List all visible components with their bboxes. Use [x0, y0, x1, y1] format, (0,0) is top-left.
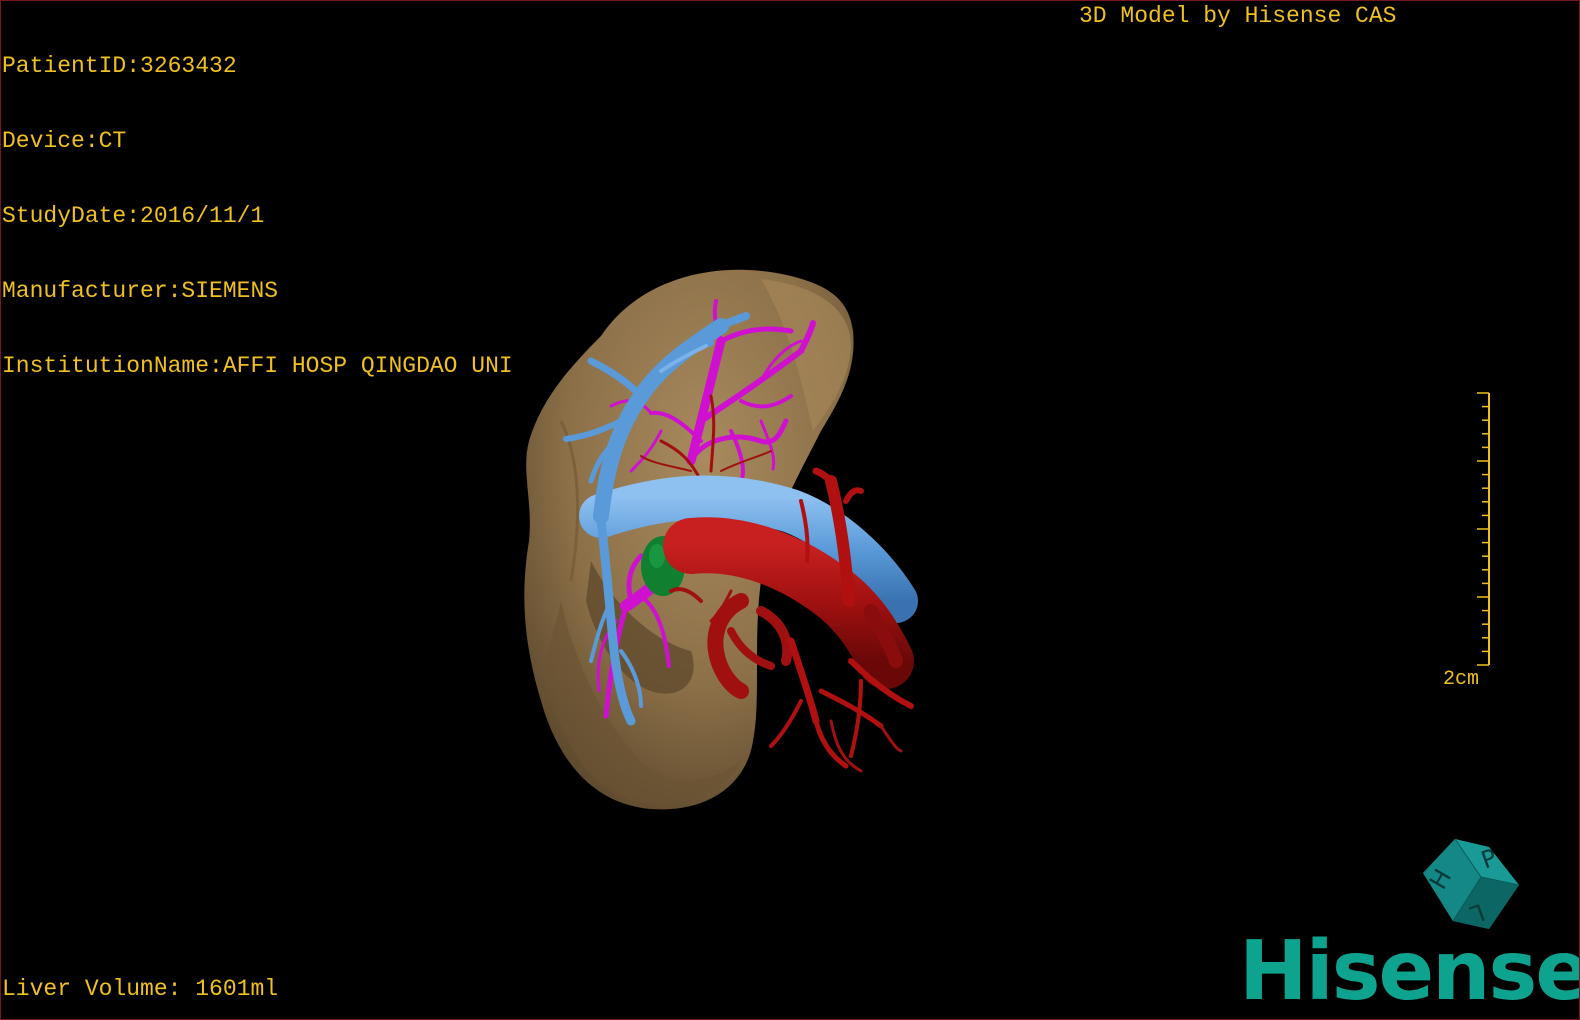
- institution-label: InstitutionName:AFFI HOSP QINGDAO UNI: [2, 353, 513, 379]
- render-viewport[interactable]: PatientID:3263432 Device:CT StudyDate:20…: [0, 0, 1580, 1020]
- scale-bar-label: 2cm: [1443, 668, 1480, 691]
- scale-bar: [1477, 392, 1490, 666]
- patient-id-label: PatientID:3263432: [2, 53, 237, 79]
- hisense-logo: Hisense: [1239, 924, 1580, 1019]
- study-date-label: StudyDate:2016/11/1: [2, 203, 265, 229]
- patient-info-panel: PatientID:3263432 Device:CT StudyDate:20…: [2, 4, 513, 429]
- model-credit-label: 3D Model by Hisense CAS: [1079, 3, 1397, 29]
- manufacturer-label: Manufacturer:SIEMENS: [2, 278, 279, 304]
- gallbladder-highlight: [649, 544, 665, 568]
- device-label: Device:CT: [2, 128, 127, 154]
- liver-volume-label: Liver Volume: 1601ml: [2, 976, 279, 1002]
- orientation-cube-icon[interactable]: P H L: [1419, 833, 1523, 937]
